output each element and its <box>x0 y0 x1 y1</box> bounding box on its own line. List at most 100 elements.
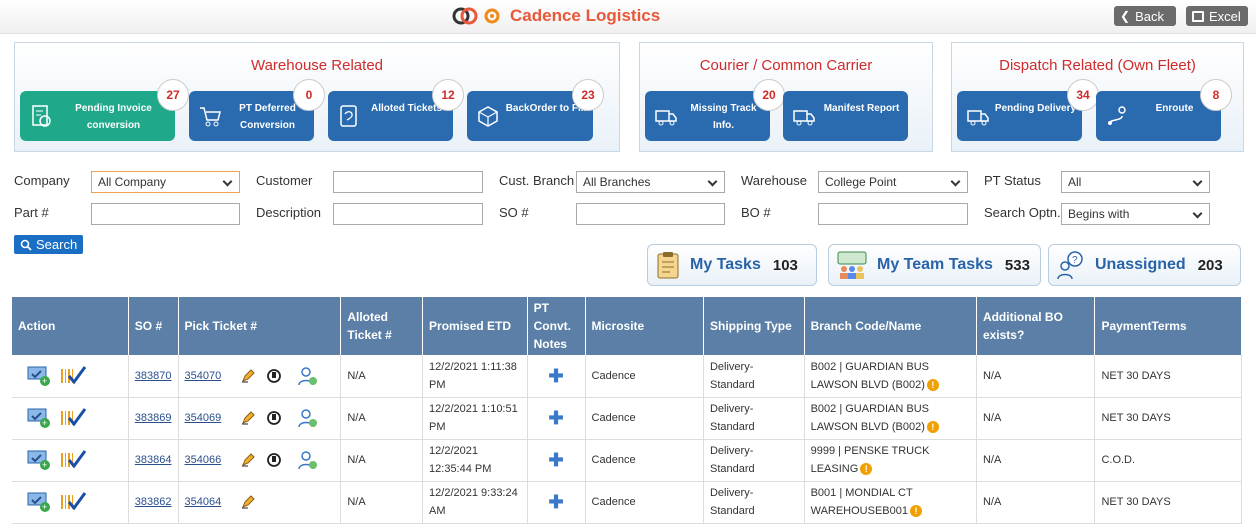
column-header: SO # <box>128 297 179 355</box>
company-label: Company <box>14 173 70 188</box>
pick-ticket-cell: 354066 <box>178 439 342 482</box>
branch-cell: 9999 | PENSKE TRUCK LEASING! <box>804 439 977 482</box>
add-note-icon[interactable]: ✚ <box>534 493 579 511</box>
pick-ticket-link[interactable]: 354066 <box>185 454 222 466</box>
section-title: Dispatch Related (Own Fleet) <box>999 57 1196 74</box>
edit-pencil-icon[interactable] <box>240 410 256 426</box>
pick-ticket-link[interactable]: 354069 <box>185 412 222 424</box>
alloted-cell: N/A <box>340 481 424 524</box>
microsite-cell: Cadence <box>585 355 704 398</box>
so-cell[interactable]: 383864 <box>128 439 179 482</box>
alloted-cell: N/A <box>340 397 424 440</box>
edit-pencil-icon[interactable] <box>240 494 256 510</box>
enroute-tile[interactable]: Enroute 8 <box>1096 79 1232 141</box>
shipping-cell: Delivery-Standard <box>703 481 805 524</box>
my-tasks-card[interactable]: My Tasks 103 <box>647 244 817 286</box>
edit-pencil-icon[interactable] <box>240 368 256 384</box>
scan-icon[interactable] <box>265 367 283 385</box>
svg-text:+: + <box>42 460 47 470</box>
info-icon[interactable]: ! <box>926 378 939 391</box>
search-button[interactable]: Search <box>14 235 83 254</box>
barcode-check-icon[interactable] <box>59 491 87 513</box>
backorder-tile[interactable]: BackOrder to Fill 23 <box>467 79 604 141</box>
alloted-tickets-tile[interactable]: Alloted Tickets 12 <box>328 79 464 141</box>
shipping-cell: Delivery-Standard <box>703 355 805 398</box>
warehouse-select[interactable]: College Point <box>818 171 968 193</box>
edit-pencil-icon[interactable] <box>240 452 256 468</box>
add-to-screen-icon[interactable]: + <box>26 491 52 513</box>
barcode-check-icon[interactable] <box>59 407 87 429</box>
cust-branch-select[interactable]: All Branches <box>576 171 725 193</box>
info-icon[interactable]: ! <box>860 463 873 476</box>
pick-ticket-cell: 354069 <box>178 397 342 440</box>
add-note-icon[interactable]: ✚ <box>534 451 579 469</box>
add-to-screen-icon[interactable]: + <box>26 449 52 471</box>
terms-cell: NET 30 DAYS <box>1094 397 1242 440</box>
scan-icon[interactable] <box>265 451 283 469</box>
microsite-cell: Cadence <box>585 439 704 482</box>
so-cell[interactable]: 383862 <box>128 481 179 524</box>
pt-deferred-tile[interactable]: PT Deferred Conversion 0 <box>189 79 325 141</box>
customer-input[interactable] <box>333 171 483 193</box>
etd-cell: 12/2/2021 1:10:51 PM <box>422 397 528 440</box>
assign-user-icon[interactable] <box>298 408 318 428</box>
bo-input[interactable] <box>818 203 968 225</box>
scan-icon[interactable] <box>265 409 283 427</box>
description-input[interactable] <box>333 203 483 225</box>
part-input[interactable] <box>91 203 240 225</box>
excel-button[interactable]: Excel <box>1186 6 1248 26</box>
pending-delivery-tile[interactable]: Pending Delivery 34 <box>957 79 1099 141</box>
etd-cell: 12/2/2021 1:11:38 PM <box>422 355 528 398</box>
count-badge: 12 <box>432 79 464 111</box>
truck-icon <box>793 110 815 126</box>
etd-cell: 12/2/2021 9:33:24 AM <box>422 481 528 524</box>
part-label: Part # <box>14 205 49 220</box>
manifest-report-tile[interactable]: Manifest Report <box>783 91 908 141</box>
so-cell[interactable]: 383870 <box>128 355 179 398</box>
cust-branch-label: Cust. Branch <box>499 173 575 188</box>
notes-cell: ✚ <box>527 481 586 524</box>
add-note-icon[interactable]: ✚ <box>534 409 579 427</box>
add-note-icon[interactable]: ✚ <box>534 367 579 385</box>
barcode-check-icon[interactable] <box>59 365 87 387</box>
info-icon[interactable]: ! <box>910 505 922 518</box>
shipping-cell: Delivery-Standard <box>703 439 805 482</box>
column-header: Shipping Type <box>703 297 805 355</box>
app-title: Cadence Logistics <box>510 6 661 25</box>
company-select[interactable]: All Company <box>91 171 240 193</box>
add-to-screen-icon[interactable]: + <box>26 365 52 387</box>
pick-ticket-cell: 354064 <box>178 481 342 524</box>
delivery-truck-icon <box>967 110 989 126</box>
assign-user-icon[interactable] <box>298 366 318 386</box>
my-team-tasks-card[interactable]: My Team Tasks 533 <box>828 244 1041 286</box>
missing-track-tile[interactable]: Missing Track Info. 20 <box>645 79 785 141</box>
back-button[interactable]: ❮ Back <box>1114 6 1176 26</box>
search-optn-select[interactable]: Begins with <box>1061 203 1210 225</box>
branch-cell: B002 | GUARDIAN BUS LAWSON BLVD (B002)! <box>804 397 977 440</box>
column-header: Microsite <box>585 297 704 355</box>
etd-cell: 12/2/2021 12:35:44 PM <box>422 439 528 482</box>
pick-ticket-cell: 354070 <box>178 355 342 398</box>
clipboard-icon <box>657 252 679 279</box>
box-icon <box>478 106 498 127</box>
bo-cell: N/A <box>976 481 1096 524</box>
warehouse-related-section: Warehouse Related Pending Invoice conver… <box>14 42 620 152</box>
add-to-screen-icon[interactable]: + <box>26 407 52 429</box>
barcode-check-icon[interactable] <box>59 449 87 471</box>
so-input[interactable] <box>576 203 725 225</box>
assign-user-icon[interactable] <box>298 450 318 470</box>
pick-ticket-link[interactable]: 354070 <box>185 370 222 382</box>
terms-cell: NET 30 DAYS <box>1094 481 1242 524</box>
unassigned-count: 203 <box>1197 256 1223 274</box>
column-header: Alloted Ticket # <box>340 297 424 355</box>
pt-status-select[interactable]: All <box>1061 171 1210 193</box>
branch-cell: B002 | GUARDIAN BUS LAWSON BLVD (B002)! <box>804 355 977 398</box>
terms-cell: C.O.D. <box>1094 439 1242 482</box>
table-row: + 383869 354069 N/A 12/2/2021 1:10:51 PM… <box>12 397 1242 440</box>
unassigned-card[interactable]: ? Unassigned 203 <box>1048 244 1241 286</box>
search-optn-label: Search Optn. <box>984 205 1061 220</box>
pick-ticket-link[interactable]: 354064 <box>185 496 222 508</box>
so-cell[interactable]: 383869 <box>128 397 179 440</box>
pending-invoice-tile[interactable]: Pending Invoice conversion 27 <box>20 79 189 141</box>
info-icon[interactable]: ! <box>926 421 939 434</box>
